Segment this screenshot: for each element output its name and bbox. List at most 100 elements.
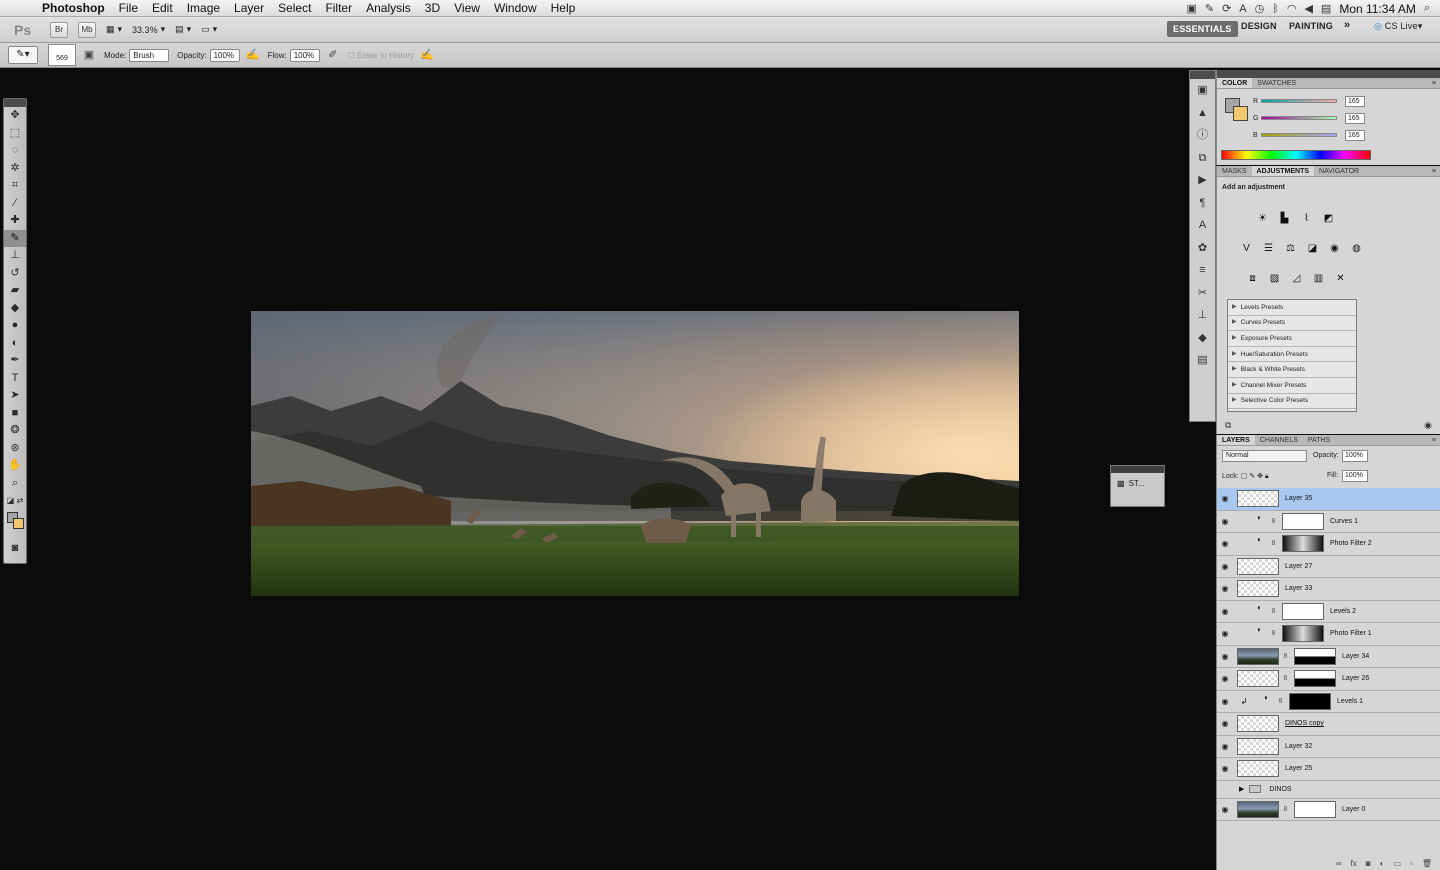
delete-layer-icon[interactable]: 🗑︎ <box>1422 859 1432 868</box>
menu-window[interactable]: Window <box>487 0 544 17</box>
layer-row[interactable]: ◉ ↲ ◐ 8 Levels 1 <box>1217 691 1440 713</box>
gradient-map-icon[interactable]: ▥ <box>1311 271 1326 286</box>
tab-channels[interactable]: CHANNELS <box>1255 435 1303 445</box>
mini-panel-grip[interactable] <box>1111 466 1164 473</box>
tab-color[interactable]: COLOR <box>1217 78 1253 88</box>
layer-row[interactable]: ◉ ◐ 8 Curves 1 <box>1217 511 1440 533</box>
tab-navigator[interactable]: NAVIGATOR <box>1314 166 1364 176</box>
menu-image[interactable]: Image <box>180 0 227 17</box>
tab-masks[interactable]: MASKS <box>1217 166 1252 176</box>
zoom-tool-icon[interactable]: ⌕ <box>4 475 26 493</box>
quick-mask-icon[interactable]: ◙ <box>4 540 26 558</box>
lock-all-icon[interactable]: 🔒︎ <box>1265 473 1269 480</box>
tool-preset-picker[interactable]: ✎▾ <box>8 46 38 64</box>
color-spectrum-bar[interactable] <box>1221 150 1371 160</box>
visibility-eye-icon[interactable]: ◉ <box>1217 674 1233 683</box>
history-brush-tool-icon[interactable]: ↺ <box>4 265 26 283</box>
actions-icon[interactable]: ▶ <box>1190 169 1215 192</box>
visibility-eye-icon[interactable]: ◉ <box>1217 764 1233 773</box>
visibility-eye-icon[interactable]: ◉ <box>1217 742 1233 751</box>
eraser-tool-icon[interactable]: ▰ <box>4 282 26 300</box>
bridge-button[interactable]: Br <box>50 21 68 38</box>
styles-panel-button[interactable]: ▩ ST... <box>1117 479 1164 488</box>
menu-analysis[interactable]: Analysis <box>359 0 418 17</box>
preset-item[interactable]: ▶ Curves Presets <box>1228 316 1356 332</box>
menu-filter[interactable]: Filter <box>318 0 359 17</box>
bluetooth-icon[interactable]: ᛒ <box>1272 3 1279 15</box>
brightness-contrast-icon[interactable]: ☀ <box>1255 211 1270 226</box>
black-white-icon[interactable]: ◪ <box>1305 241 1320 256</box>
menu-3d[interactable]: 3D <box>418 0 447 17</box>
green-slider[interactable] <box>1261 116 1337 120</box>
brush-panel-icon[interactable]: ≡ <box>1190 259 1215 282</box>
arrange-documents-dropdown[interactable]: ▤ ▾ <box>175 24 191 35</box>
layer-row[interactable]: ◉ Layer 33 <box>1217 578 1440 601</box>
shape-tool-icon[interactable]: ■ <box>4 405 26 423</box>
pressure-opacity-icon[interactable]: ✍ <box>246 48 260 62</box>
new-layer-icon[interactable]: ▫ <box>1410 859 1413 868</box>
red-slider[interactable] <box>1261 99 1337 103</box>
layer-row[interactable]: ◉ ◐ 8 Photo Filter 1 <box>1217 623 1440 646</box>
3d-rotate-tool-icon[interactable]: ❂ <box>4 422 26 440</box>
preset-item[interactable]: ▶ Hue/Saturation Presets <box>1228 347 1356 363</box>
eyedropper-tool-icon[interactable]: ⁄ <box>4 195 26 213</box>
posterize-icon[interactable]: ▨ <box>1267 271 1282 286</box>
menu-help[interactable]: Help <box>544 0 583 17</box>
opacity-field[interactable]: 100% <box>209 48 240 62</box>
history-icon[interactable]: ⧉ <box>1190 147 1215 170</box>
visibility-eye-icon[interactable]: ◉ <box>1217 629 1233 638</box>
visibility-eye-icon[interactable]: ◉ <box>1217 562 1233 571</box>
marquee-tool-icon[interactable]: ⬚ <box>4 125 26 143</box>
blend-mode-select[interactable]: Normal <box>1222 450 1307 462</box>
histogram-icon[interactable]: ▲ <box>1190 102 1215 125</box>
hue-saturation-icon[interactable]: ☰ <box>1261 241 1276 256</box>
lock-transparency-icon[interactable]: ▢ <box>1241 473 1248 480</box>
pressure-size-icon[interactable]: ✍ <box>420 48 434 62</box>
type-tool-icon[interactable]: T <box>4 370 26 388</box>
link-layers-icon[interactable]: ∞ <box>1336 859 1342 868</box>
visibility-eye-icon[interactable]: ◉ <box>1217 607 1233 616</box>
flag-icon[interactable]: ▤ <box>1321 2 1331 15</box>
preset-item[interactable]: ▶ Levels Presets <box>1228 300 1356 316</box>
curves-icon[interactable]: ⌇ <box>1299 211 1314 226</box>
green-value-field[interactable]: 165 <box>1345 112 1365 124</box>
spotlight-icon[interactable]: ⌕ <box>1424 2 1430 15</box>
blue-slider[interactable] <box>1261 133 1337 137</box>
mode-select[interactable]: Brush <box>129 48 170 62</box>
adjustment-options-icon[interactable]: ◉ <box>1424 420 1432 434</box>
view-extras-dropdown[interactable]: ▦ ▾ <box>106 24 122 35</box>
menu-select[interactable]: Select <box>271 0 318 17</box>
script-icon[interactable]: ✎ <box>1205 2 1214 15</box>
character-icon[interactable]: A <box>1190 214 1215 237</box>
brush-presets-icon[interactable]: ✿ <box>1190 237 1215 260</box>
dock-grip[interactable] <box>1190 71 1215 79</box>
visibility-eye-icon[interactable]: ◉ <box>1217 494 1233 503</box>
workspace-essentials[interactable]: ESSENTIALS <box>1167 21 1238 37</box>
panel-menu-icon[interactable]: ≡ <box>1432 435 1440 445</box>
new-group-icon[interactable]: ▭ <box>1393 859 1401 868</box>
preset-item[interactable]: ▶ Selective Color Presets <box>1228 394 1356 410</box>
zoom-dropdown[interactable]: 33.3% ▾ <box>132 24 165 35</box>
mini-bridge-button[interactable]: Mb <box>78 21 96 38</box>
move-tool-icon[interactable]: ✥ <box>4 107 26 125</box>
layer-style-icon[interactable]: fx <box>1351 859 1357 868</box>
color-balance-icon[interactable]: ⚖ <box>1283 241 1298 256</box>
visibility-eye-icon[interactable]: ◉ <box>1217 697 1233 706</box>
lock-pixels-icon[interactable]: ✎ <box>1249 473 1255 480</box>
tab-adjustments[interactable]: ADJUSTMENTS <box>1251 166 1315 176</box>
exposure-icon[interactable]: ◩ <box>1321 211 1336 226</box>
menu-edit[interactable]: Edit <box>145 0 180 17</box>
info-icon[interactable]: ⓘ <box>1190 124 1215 147</box>
red-value-field[interactable]: 165 <box>1345 95 1365 107</box>
brush-tool-icon[interactable]: ✎ <box>4 229 26 247</box>
layer-row[interactable]: ◉ Layer 27 <box>1217 556 1440 578</box>
workspace-painting[interactable]: PAINTING <box>1289 21 1333 31</box>
workspace-design[interactable]: DESIGN <box>1241 21 1277 31</box>
default-colors-icon[interactable]: ◪ ⇄ <box>4 492 26 510</box>
preset-item[interactable]: ▶ Black & White Presets <box>1228 362 1356 378</box>
screen-mode-dropdown[interactable]: ▭ ▾ <box>201 24 217 35</box>
new-adjustment-icon[interactable]: ◐ <box>1380 859 1385 868</box>
healing-brush-tool-icon[interactable]: ✚ <box>4 212 26 230</box>
paragraph-icon[interactable]: ¶ <box>1190 192 1215 215</box>
vibrance-icon[interactable]: V <box>1239 241 1254 256</box>
